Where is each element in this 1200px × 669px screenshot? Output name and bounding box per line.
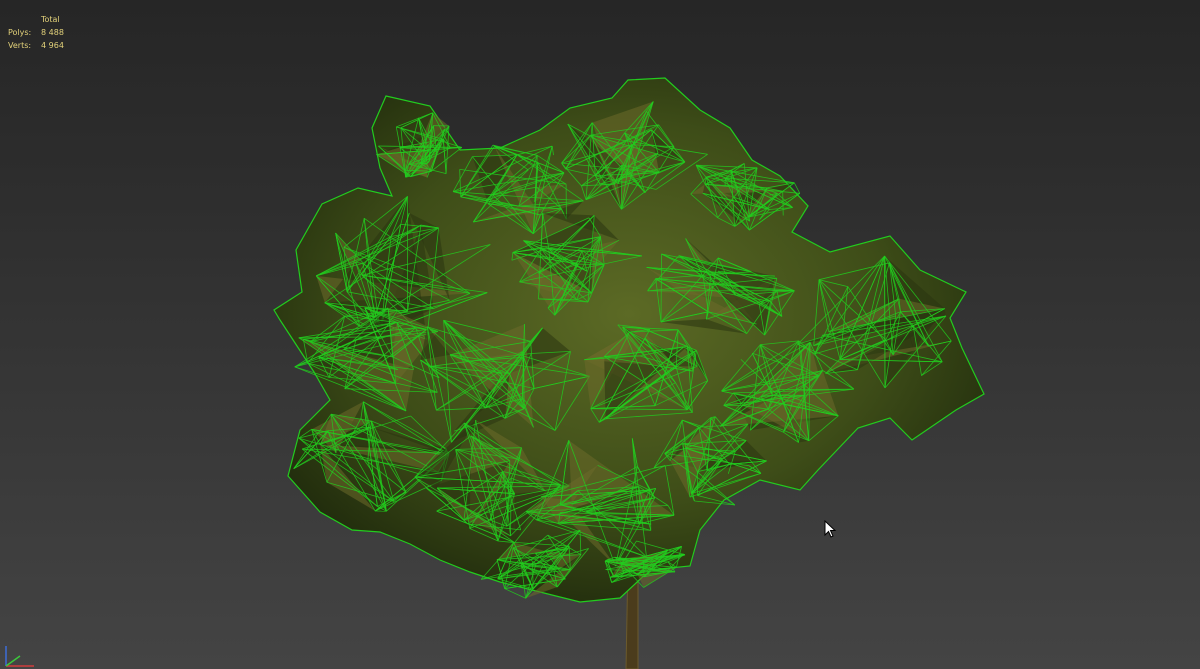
tree-mesh[interactable] [0, 0, 1200, 669]
arrow-cursor-icon [824, 520, 837, 538]
axis-gizmo-icon [5, 646, 34, 667]
wire-edge [660, 253, 662, 323]
wire-edge [504, 588, 526, 599]
3d-viewport[interactable]: Total Polys: 8 488 Verts: 4 964 [0, 0, 1200, 669]
wire-edge [621, 164, 623, 210]
